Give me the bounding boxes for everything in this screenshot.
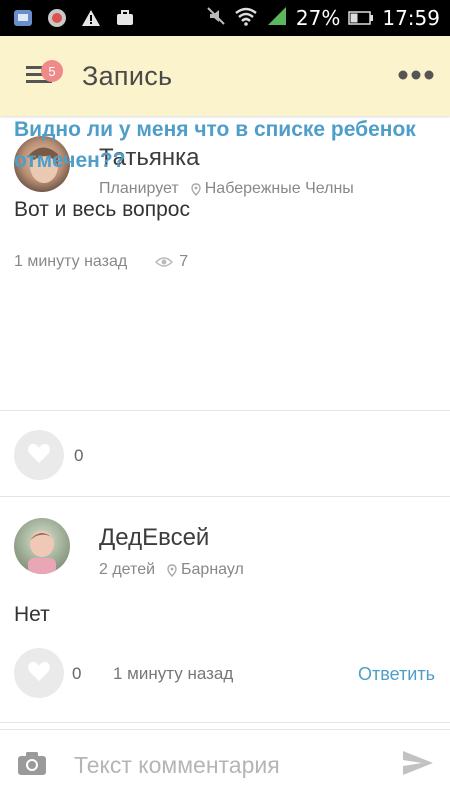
heart-icon bbox=[27, 660, 51, 687]
author-location: Набережные Челны bbox=[204, 180, 354, 197]
comment-like-count: 0 bbox=[72, 664, 82, 683]
location-pin-icon bbox=[167, 563, 177, 577]
clock: 17:59 bbox=[382, 6, 440, 30]
post-time: 1 минуту назад bbox=[14, 253, 128, 270]
location-pin-icon bbox=[191, 182, 201, 196]
menu-button[interactable]: 5 bbox=[14, 51, 64, 101]
status-bar: 27% 17:59 bbox=[0, 0, 450, 36]
briefcase-icon bbox=[114, 7, 136, 29]
comment-time: 1 минуту назад bbox=[113, 664, 234, 683]
reply-button[interactable]: Ответить bbox=[358, 664, 435, 685]
heart-icon bbox=[27, 442, 51, 469]
eye-icon bbox=[155, 256, 174, 268]
avatar[interactable] bbox=[14, 518, 70, 574]
warning-icon bbox=[80, 7, 102, 29]
divider bbox=[0, 496, 450, 497]
post-body: Вот и весь вопрос bbox=[14, 198, 190, 221]
wifi-icon bbox=[234, 6, 258, 31]
comment-input-bar bbox=[0, 729, 450, 801]
camera-icon bbox=[17, 750, 47, 781]
camera-button[interactable] bbox=[14, 748, 50, 784]
comment-author-meta: 2 детей Барнаул bbox=[99, 561, 244, 579]
app-notification-icon bbox=[12, 7, 34, 29]
post-title: Видно ли у меня что в списке ребенок отм… bbox=[14, 118, 416, 172]
like-count: 0 bbox=[74, 446, 84, 465]
comment-text: Нет bbox=[14, 603, 50, 626]
author-meta: Планирует Набережные Челны bbox=[99, 180, 354, 198]
comment-author-status: 2 детей bbox=[99, 561, 156, 578]
divider bbox=[0, 722, 450, 723]
like-button[interactable] bbox=[14, 430, 64, 480]
signal-icon bbox=[266, 6, 288, 31]
views-counter: 7 bbox=[155, 253, 188, 271]
divider bbox=[0, 410, 450, 411]
more-dots-icon bbox=[398, 67, 434, 85]
author-status: Планирует bbox=[99, 180, 179, 197]
comment-input[interactable] bbox=[72, 751, 376, 780]
more-options-button[interactable] bbox=[396, 56, 436, 96]
send-button[interactable] bbox=[400, 748, 436, 784]
post-meta: 1 минуту назад 7 bbox=[14, 253, 188, 271]
battery-icon bbox=[348, 6, 374, 30]
comment-like-button[interactable] bbox=[14, 648, 64, 698]
battery-percent: 27% bbox=[295, 6, 341, 30]
views-count: 7 bbox=[179, 253, 189, 270]
notification-badge: 5 bbox=[41, 60, 63, 82]
comment-author-name[interactable]: ДедЕвсей bbox=[99, 524, 209, 552]
app-bar: 5 Запись bbox=[0, 36, 450, 116]
page-title: Запись bbox=[82, 60, 173, 91]
comment-author-location: Барнаул bbox=[181, 561, 244, 578]
mute-icon bbox=[206, 6, 226, 31]
app-notification-icon bbox=[46, 7, 68, 29]
send-icon bbox=[402, 749, 434, 782]
